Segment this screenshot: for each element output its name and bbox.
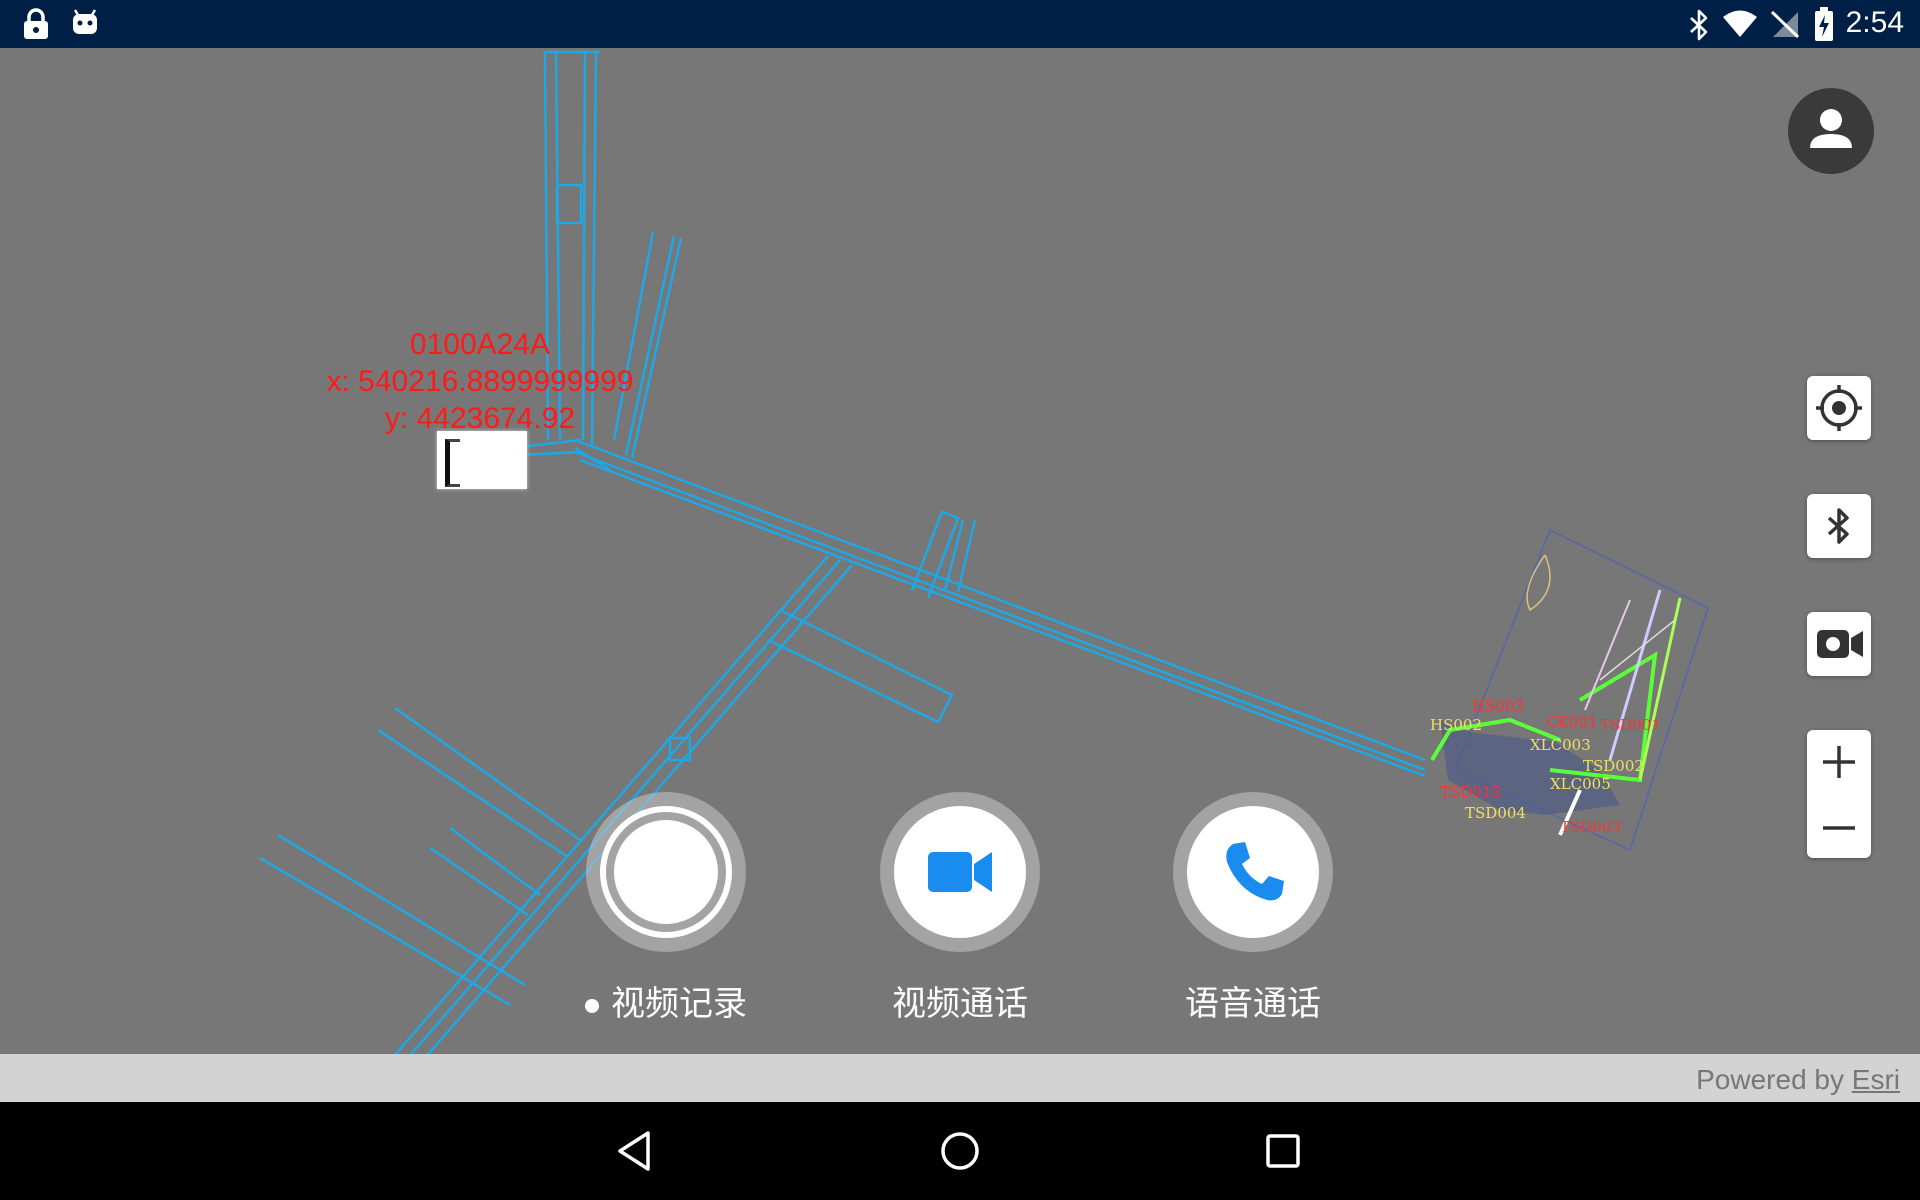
voice-call-button[interactable] [1173,792,1333,952]
recents-icon [1266,1134,1300,1168]
zoom-out-icon [1823,826,1855,830]
account-icon [1810,109,1852,148]
record-button[interactable] [586,792,746,952]
site-plan-overlay: HS003 HS002 CK001 TSD001 XLC003 TSD002 X… [1430,528,1709,852]
svg-text:XLC005: XLC005 [1550,775,1611,793]
svg-text:TSD001: TSD001 [1600,716,1661,734]
recents-button[interactable] [1253,1126,1313,1176]
record-icon [600,806,732,938]
svg-text:HS002: HS002 [1430,716,1482,734]
video-call-action: 视频通话 [880,792,1040,1024]
feature-x-coordinate: x: 540216.8899999999 [326,365,634,398]
svg-text:XLC003: XLC003 [1530,736,1591,754]
clock: 2:54 [1845,6,1904,39]
record-label: 视频记录 [546,976,786,1025]
zoom-out-button[interactable] [1807,794,1871,858]
battery-charging-icon [1815,7,1833,41]
lock-icon [24,8,48,39]
bluetooth-icon [1690,9,1708,41]
video-camera-icon [1817,630,1863,658]
video-call-button[interactable] [880,792,1040,952]
status-bar: 2:54 [0,0,1920,48]
video-camera-button[interactable] [1807,612,1871,676]
android-icon [73,9,97,34]
locate-icon [1816,385,1862,431]
svg-text:HS003: HS003 [1472,697,1524,715]
zoom-in-button[interactable] [1807,730,1871,794]
esri-link[interactable]: Esri [1852,1064,1900,1095]
zoom-controls [1807,730,1871,858]
back-button[interactable] [606,1126,666,1176]
device-marker[interactable] [437,431,527,489]
voice-call-label: 语音通话 [1185,984,1321,1024]
voice-call-action: 语音通话 [1173,792,1333,1024]
bluetooth-icon [1827,508,1849,544]
phone-icon [1226,842,1284,901]
feature-id: 0100A24A [409,328,551,361]
svg-text:TSD003: TSD003 [1560,818,1621,836]
home-icon [941,1132,979,1170]
locate-button[interactable] [1807,376,1871,440]
video-call-label: 视频通话 [892,984,1028,1024]
zoom-in-icon [1823,746,1855,778]
navigation-bar [0,1102,1920,1200]
back-icon [618,1131,650,1171]
wifi-icon [1723,10,1757,37]
record-action: 视频记录 [585,792,747,1024]
no-signal-icon [1770,10,1800,38]
map-view[interactable]: HS003 HS002 CK001 TSD001 XLC003 TSD002 X… [0,48,1920,1054]
record-dot-icon [585,998,599,1013]
svg-text:CK001: CK001 [1546,713,1597,731]
home-button[interactable] [930,1126,990,1176]
account-button[interactable] [1788,88,1874,174]
feature-label: 0100A24A x: 540216.8899999999 y: 4423674… [310,326,650,437]
attribution-text: Powered by Esri [1696,1064,1900,1095]
svg-text:TSD002: TSD002 [1583,757,1644,775]
svg-text:TSD015: TSD015 [1440,783,1501,801]
svg-text:TSD004: TSD004 [1465,804,1526,822]
attribution-bar: Powered by Esri [0,1054,1920,1102]
video-call-icon [928,852,992,892]
bluetooth-button[interactable] [1807,494,1871,558]
